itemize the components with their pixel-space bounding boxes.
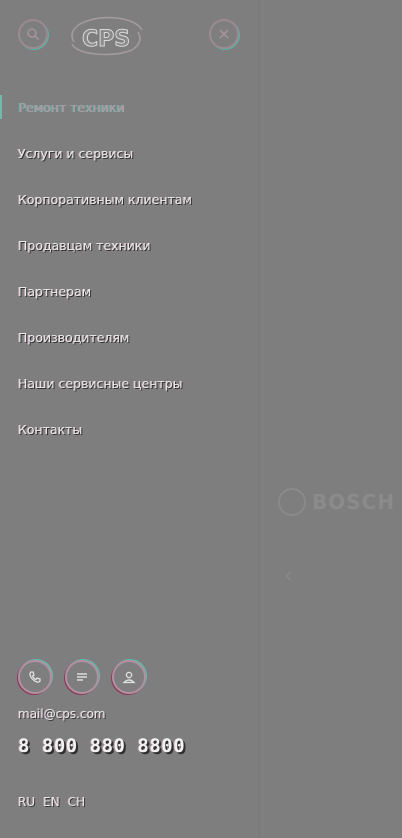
lang-ch[interactable]: CH [68, 795, 85, 809]
menu-item-services[interactable]: Услуги и сервисы [18, 144, 192, 190]
logo[interactable]: CPS [66, 14, 146, 58]
close-icon[interactable] [209, 19, 239, 49]
main-menu: Ремонт техники Услуги и сервисы Корпорат… [18, 98, 192, 466]
menu-item-sellers[interactable]: Продавцам техники [18, 236, 192, 282]
menu-drawer: CPS Ремонт техники Услуги и сервисы Корп… [0, 0, 258, 838]
logo-text: CPS [82, 27, 130, 52]
chat-icon[interactable] [65, 660, 99, 694]
background-arrow-icon: ‹ [284, 563, 292, 587]
menu-item-manufacturers[interactable]: Производителям [18, 328, 192, 374]
contact-icons [18, 660, 146, 694]
menu-item-contacts[interactable]: Контакты [18, 420, 192, 466]
phone-number[interactable]: 8 800 880 8800 [18, 735, 185, 757]
user-icon[interactable] [112, 660, 146, 694]
lang-en[interactable]: EN [43, 795, 60, 809]
page: BOSCH ‹ CPS Ремонт техники Услуги и серв… [0, 0, 402, 838]
background-divider [258, 0, 260, 838]
background-brand-icon [278, 488, 306, 516]
menu-item-corporate[interactable]: Корпоративным клиентам [18, 190, 192, 236]
drawer-header: CPS [0, 0, 258, 70]
search-icon[interactable] [18, 19, 48, 49]
phone-icon[interactable] [18, 660, 52, 694]
menu-item-service-centers[interactable]: Наши сервисные центры [18, 374, 192, 420]
background-brand-logo: BOSCH [312, 490, 396, 514]
email-link[interactable]: mail@cps.com [18, 707, 106, 721]
menu-item-repair[interactable]: Ремонт техники [18, 98, 192, 144]
lang-ru[interactable]: RU [18, 795, 35, 809]
active-indicator [0, 95, 2, 119]
language-switcher: RU EN CH [18, 795, 85, 809]
menu-item-partners[interactable]: Партнерам [18, 282, 192, 328]
